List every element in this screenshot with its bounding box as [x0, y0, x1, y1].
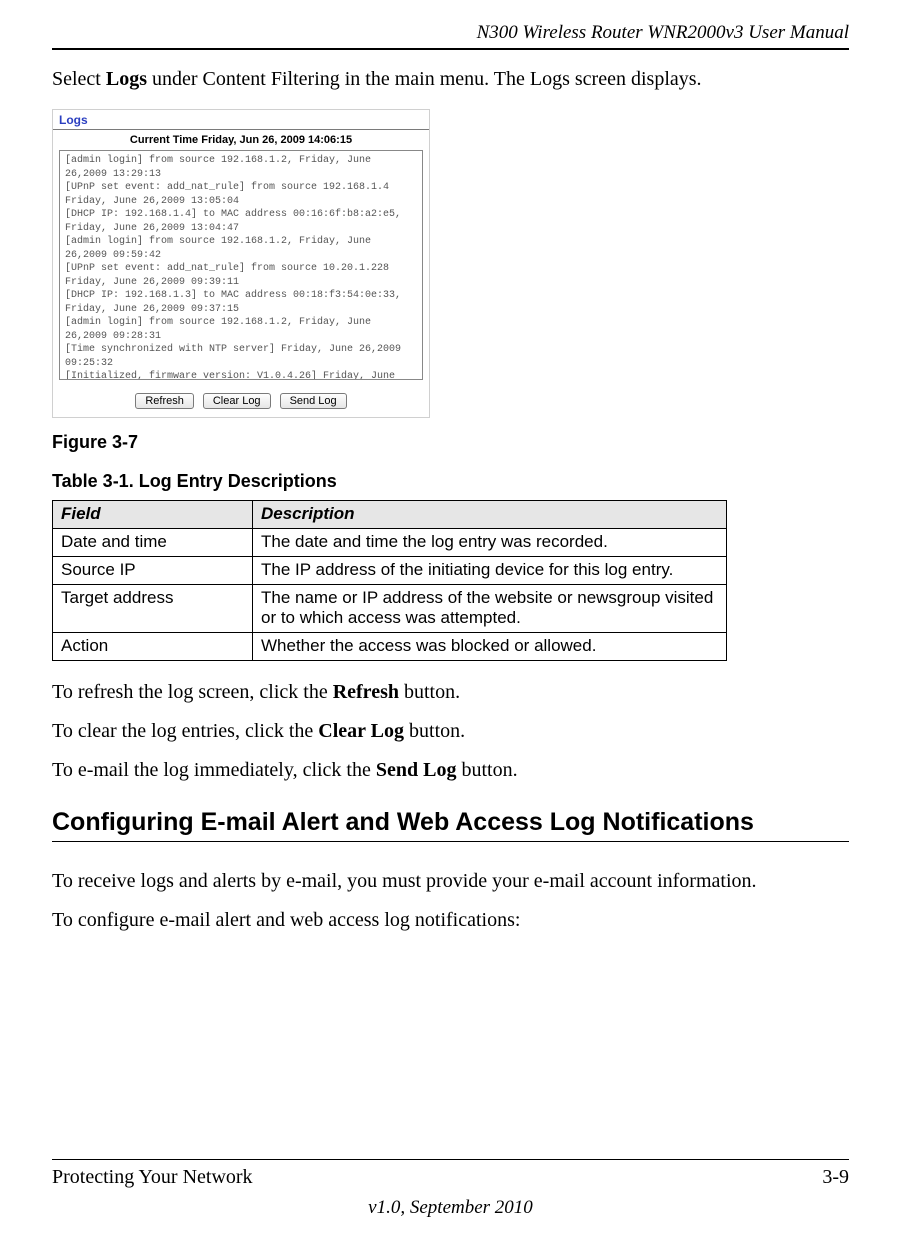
td-desc: The IP address of the initiating device … [253, 557, 727, 585]
header-rule [52, 48, 849, 50]
page-header: N300 Wireless Router WNR2000v3 User Manu… [52, 22, 849, 44]
td-field: Action [53, 633, 253, 661]
p2-pre: To clear the log entries, click the [52, 720, 318, 742]
intro-post: under Content Filtering in the main menu… [147, 68, 702, 90]
clear-log-button[interactable]: Clear Log [203, 393, 271, 409]
intro-bold: Logs [106, 68, 147, 90]
p2-post: button. [404, 720, 465, 742]
logs-current-time: Current Time Friday, Jun 26, 2009 14:06:… [53, 130, 429, 149]
refresh-button[interactable]: Refresh [135, 393, 194, 409]
th-description: Description [253, 501, 727, 529]
td-field: Target address [53, 585, 253, 633]
post-section-p2: To configure e-mail alert and web access… [52, 907, 849, 934]
td-desc: Whether the access was blocked or allowe… [253, 633, 727, 661]
clear-instruction: To clear the log entries, click the Clea… [52, 718, 849, 745]
table-row: Source IP The IP address of the initiati… [53, 557, 727, 585]
td-desc: The name or IP address of the website or… [253, 585, 727, 633]
td-desc: The date and time the log entry was reco… [253, 529, 727, 557]
log-entry-table: Field Description Date and time The date… [52, 500, 727, 661]
refresh-instruction: To refresh the log screen, click the Ref… [52, 679, 849, 706]
logs-panel-title: Logs [53, 110, 429, 129]
p2-bold: Clear Log [318, 720, 404, 742]
send-log-button[interactable]: Send Log [280, 393, 347, 409]
logs-button-row: Refresh Clear Log Send Log [53, 386, 429, 417]
td-field: Source IP [53, 557, 253, 585]
table-row: Action Whether the access was blocked or… [53, 633, 727, 661]
page-footer: Protecting Your Network 3-9 v1.0, Septem… [52, 1159, 849, 1219]
td-field: Date and time [53, 529, 253, 557]
figure-caption: Figure 3-7 [52, 432, 849, 453]
footer-line1: Protecting Your Network 3-9 [52, 1166, 849, 1189]
table-header-row: Field Description [53, 501, 727, 529]
section-heading: Configuring E-mail Alert and Web Access … [52, 808, 849, 842]
footer-right: 3-9 [822, 1166, 849, 1189]
table-row: Target address The name or IP address of… [53, 585, 727, 633]
table-row: Date and time The date and time the log … [53, 529, 727, 557]
p3-pre: To e-mail the log immediately, click the [52, 759, 376, 781]
p1-post: button. [399, 681, 460, 703]
footer-center: v1.0, September 2010 [52, 1197, 849, 1219]
intro-pre: Select [52, 68, 106, 90]
p1-bold: Refresh [333, 681, 399, 703]
post-section-p1: To receive logs and alerts by e-mail, yo… [52, 868, 849, 895]
logs-textarea: [admin login] from source 192.168.1.2, F… [59, 150, 423, 380]
table-caption: Table 3-1. Log Entry Descriptions [52, 471, 849, 492]
logs-screenshot: Logs Current Time Friday, Jun 26, 2009 1… [52, 109, 430, 418]
send-instruction: To e-mail the log immediately, click the… [52, 757, 849, 784]
p3-bold: Send Log [376, 759, 457, 781]
p3-post: button. [456, 759, 517, 781]
p1-pre: To refresh the log screen, click the [52, 681, 333, 703]
footer-rule [52, 1159, 849, 1160]
th-field: Field [53, 501, 253, 529]
intro-paragraph: Select Logs under Content Filtering in t… [52, 68, 849, 91]
footer-left: Protecting Your Network [52, 1166, 253, 1189]
